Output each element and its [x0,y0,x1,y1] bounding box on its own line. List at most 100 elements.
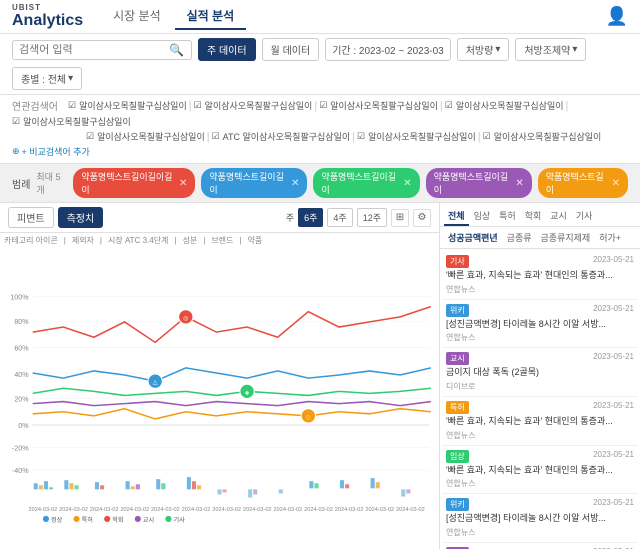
svg-text:-40%: -40% [12,467,29,475]
news-title: 금이지 대상 폭독 (2골목) [446,367,634,379]
keyword-item-5[interactable]: ☑ 알이삼사오목칠팔구십삼일이 [12,115,131,128]
drug-tag-label-1: 약품명텍스트길이길이길이 [81,170,176,196]
logo-ubist: UBIST [12,3,83,12]
svg-text:교시: 교시 [143,517,154,524]
dropdown-prescription[interactable]: 처방조제약 ▾ [515,38,586,61]
keyword-item-6[interactable]: ☑ 알이삼사오목칠팔구십삼일이 [86,130,205,143]
add-compare-button[interactable]: ⊕ + 비교검색어 추가 [12,145,90,158]
chart-legend: 카테고리 아이콘 | 제외자 | 시장 ATC 3.4단계 | 성분 | 브랜드… [0,233,439,248]
keyword-item-9[interactable]: ☑ 알이삼사오목칠팔구십삼일이 [483,130,602,143]
news-item[interactable]: 교시 2023-05-21 금이지 대상 폭독 (2골목) 디이브로 [442,348,638,397]
keyword-item-4[interactable]: ☑ 알이삼사오목칠팔구십삼일이 [445,99,564,112]
svg-text:2024-03-02: 2024-03-02 [90,507,119,513]
news-tab-success[interactable]: 성공금액편년 [444,230,502,245]
legend-drug-label: 약품 [247,235,262,246]
news-item[interactable]: 위키 2023-05-21 [성진금액변경] 타이레놀 8시간 이알 서방...… [442,300,638,349]
drug-sublabel: 최대 5개 [36,170,67,196]
filter-weekly[interactable]: 주 데이터 [198,38,256,61]
nav-tab-performance[interactable]: 실적 분석 [175,3,247,30]
checkbox-icon: ☑ [319,100,327,111]
news-badge: 위키 [446,304,469,317]
news-badge: 임상 [446,450,469,463]
dropdown-quantity[interactable]: 처방량 ▾ [457,38,510,61]
news-item[interactable]: 임상 2023-05-21 '빠른 효과, 지속되는 효과' 현대인의 통증과.… [442,446,638,495]
svg-text:◎: ◎ [183,315,188,322]
drug-tag-3[interactable]: 약품명텍스트길이길이 ✕ [313,168,419,198]
right-tab-clinical[interactable]: 임상 [470,207,495,226]
svg-text:2024-03-02: 2024-03-02 [120,507,149,513]
news-item[interactable]: 기사 2023-05-21 '빠른 효과, 지속되는 효과' 현대인의 통증과.… [442,251,638,300]
news-title: [성진금액변경] 타이레놀 8시간 이알 서방... [446,513,634,525]
keyword-item-1[interactable]: ☑ 알이삼사오목칠팔구십삼일이 [68,99,187,112]
news-title: '빠른 효과, 지속되는 효과' 현대인의 통증과... [446,416,634,428]
news-tab-type[interactable]: 금종류 [503,230,536,245]
tab-pivot[interactable]: 피변트 [8,207,54,228]
search-box[interactable]: 🔍 [12,40,192,60]
checkbox-icon: ☑ [194,100,202,111]
svg-text:2024-03-02: 2024-03-02 [396,507,425,513]
user-icon[interactable]: 👤 [606,6,628,27]
drug-tag-5[interactable]: 약품명텍스트길이 ✕ [538,168,628,198]
close-icon-1[interactable]: ✕ [179,178,187,189]
keyword-item-2[interactable]: ☑ 알이삼사오목칠팔구십삼일이 [194,99,313,112]
close-icon-4[interactable]: ✕ [515,178,523,189]
period-6w[interactable]: 6주 [298,208,323,227]
grid-icon[interactable]: ⊞ [391,209,409,227]
close-icon-3[interactable]: ✕ [403,178,411,189]
news-filter-tabs: 성공금액편년 금종류 금종류지제제 허가+ [440,227,640,249]
svg-text:2024-03-02: 2024-03-02 [212,507,241,513]
right-tab-conference[interactable]: 학회 [521,207,546,226]
settings-icon[interactable]: ⚙ [413,209,431,227]
drug-tag-label-2: 약품명텍스트길이길이 [209,170,288,196]
keyword-item-3[interactable]: ☑ 알이삼사오목칠팔구십삼일이 [319,99,438,112]
logo: UBIST Analytics [12,3,83,30]
svg-text:2024-03-02: 2024-03-02 [151,507,180,513]
legend-sep4: | [203,236,205,245]
news-title: '빠른 효과, 지속되는 효과' 현대인의 통증과... [446,465,634,477]
svg-text:60%: 60% [14,345,29,353]
chart-container: 100% 80% 60% 40% 20% 0% -20% -40% [0,248,439,549]
news-tab-plus[interactable]: 허가+ [595,230,625,245]
close-icon-5[interactable]: ✕ [612,178,620,189]
left-panel: 피변트 측정치 주 6주 4주 12주 ⊞ ⚙ 카테고리 아이콘 | 제외자 |… [0,203,440,549]
drug-row: 범례 최대 5개 약품명텍스트길이길이길이 ✕ 약품명텍스트길이길이 ✕ 약품명… [0,164,640,203]
date-range: 기간 : 2023-02 ~ 2023-03 [325,38,451,61]
nav-tab-market[interactable]: 시장 분석 [101,3,173,30]
main-area: 피변트 측정치 주 6주 4주 12주 ⊞ ⚙ 카테고리 아이콘 | 제외자 |… [0,203,640,549]
news-badge: 위키 [446,498,469,511]
tab-measure[interactable]: 측정치 [58,207,104,228]
checkbox-icon: ☑ [483,131,491,142]
news-date: 2023-05-21 [593,401,634,410]
news-list: 기사 2023-05-21 '빠른 효과, 지속되는 효과' 현대인의 통증과.… [440,249,640,549]
drug-tag-2[interactable]: 약품명텍스트길이길이 ✕ [201,168,307,198]
legend-exclude: 제외자 [72,235,94,246]
svg-text:2024-03-02: 2024-03-02 [59,507,88,513]
filter-monthly[interactable]: 월 데이터 [262,38,320,61]
svg-text:2024-03-02: 2024-03-02 [304,507,333,513]
news-item[interactable]: 특허 2023-05-21 '빠른 효과, 지속되는 효과' 현대인의 통증과.… [442,397,638,446]
drug-label: 범례 [12,176,30,191]
search-input[interactable] [19,44,169,56]
news-item[interactable]: 위키 2023-05-21 [성진금액변경] 타이레놀 8시간 이알 서방...… [442,494,638,543]
news-badge: 기사 [446,255,469,268]
right-tab-patent[interactable]: 특허 [495,207,520,226]
period-12w[interactable]: 12주 [357,208,387,227]
close-icon-2[interactable]: ✕ [291,178,299,189]
keyword-item-7[interactable]: ☑ ATC 알이삼사오목칠팔구십삼일이 [212,130,351,143]
drug-tag-1[interactable]: 약품명텍스트길이길이길이 ✕ [73,168,195,198]
svg-text:◇: ◇ [306,414,311,421]
header: UBIST Analytics 시장 분석 실적 분석 👤 [0,0,640,34]
svg-text:△: △ [153,379,158,386]
svg-text:2024-03-02: 2024-03-02 [243,507,272,513]
right-tab-news[interactable]: 기사 [572,207,597,226]
period-4w[interactable]: 4주 [327,208,352,227]
dropdown-category[interactable]: 종별 : 전체 ▾ [12,67,82,90]
keyword-item-8[interactable]: ☑ 알이삼사오목칠팔구십삼일이 [357,130,476,143]
right-tab-all[interactable]: 전체 [444,207,469,226]
right-tab-notice[interactable]: 교시 [546,207,571,226]
news-date: 2023-05-21 [593,304,634,313]
news-tab-type2[interactable]: 금종류지제제 [537,230,595,245]
news-title: [성진금액변경] 타이레놀 8시간 이알 서방... [446,319,634,331]
drug-tag-4[interactable]: 약품명텍스트길이길이 ✕ [426,168,532,198]
news-item[interactable]: 교시 2023-05-21 금이지 대상 폭독 (2골목) 디이브로 [442,543,638,549]
